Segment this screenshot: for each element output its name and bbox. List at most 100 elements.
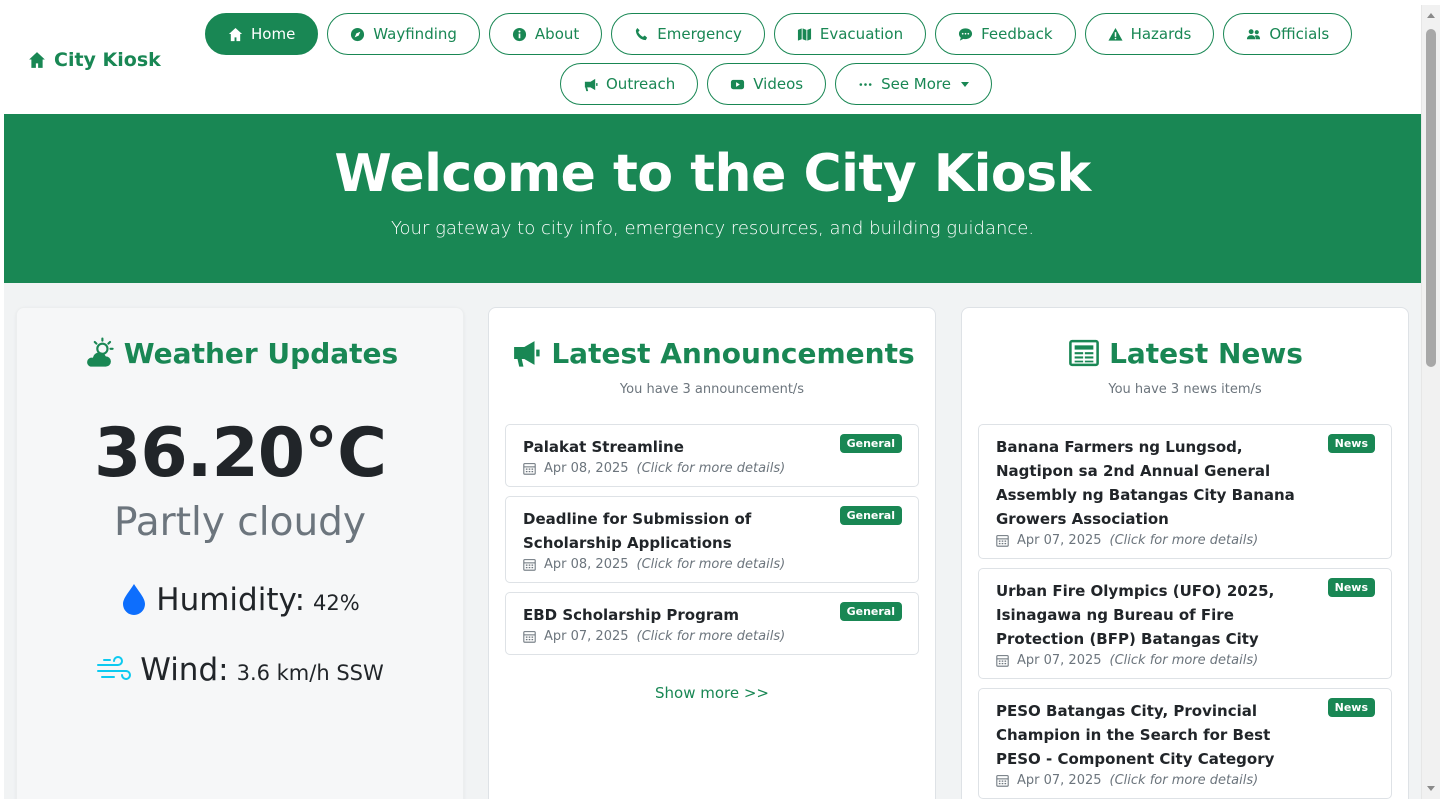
home-icon — [228, 27, 243, 41]
announcements-card: Latest Announcements You have 3 announce… — [488, 307, 936, 799]
wind-value: 3.6 km/h SSW — [236, 661, 384, 685]
nav-home-button[interactable]: Home — [205, 13, 319, 55]
nav-feedback-button[interactable]: Feedback — [935, 13, 1076, 55]
nav-evacuation-button[interactable]: Evacuation — [773, 13, 927, 55]
users-icon — [1247, 28, 1261, 39]
news-item[interactable]: Banana Farmers ng Lungsod, Nagtipon sa 2… — [978, 424, 1392, 559]
temperature-value: 36.20°C — [94, 414, 387, 493]
news-count: You have 3 news item/s — [1108, 382, 1262, 397]
newspaper-icon — [1069, 339, 1099, 367]
humidity-label: Humidity: — [156, 582, 306, 618]
news-date: Apr 07, 2025 — [1017, 653, 1102, 668]
calendar-icon — [523, 559, 536, 571]
megaphone-icon — [514, 341, 540, 367]
calendar-icon — [523, 463, 536, 475]
nav-hazards-button[interactable]: Hazards — [1084, 13, 1215, 55]
nav-wayfinding-button[interactable]: Wayfinding — [327, 13, 480, 55]
calendar-icon — [523, 631, 536, 643]
nav-officials-button[interactable]: Officials — [1223, 13, 1353, 55]
scroll-down-arrow-icon[interactable] — [1427, 786, 1435, 791]
calendar-icon — [996, 775, 1009, 787]
announcement-meta: Apr 07, 2025 (Click for more details) — [523, 629, 902, 644]
news-item[interactable]: PESO Batangas City, Provincial Champion … — [978, 688, 1392, 799]
nav-label: Evacuation — [819, 25, 904, 43]
nav-label: About — [534, 25, 580, 43]
news-title-text: Latest News — [1109, 336, 1303, 370]
caret-down-icon — [961, 81, 969, 87]
announcement-item[interactable]: Palakat Streamline General Apr 08, 2025 … — [505, 424, 919, 487]
cloud-sun-icon — [86, 337, 114, 367]
home-icon — [29, 52, 45, 68]
humidity-value: 42% — [313, 591, 360, 615]
nav-see-more-dropdown[interactable]: See More — [835, 63, 992, 105]
brand-name: City Kiosk — [54, 49, 161, 71]
details-hint: (Click for more details) — [636, 461, 786, 476]
news-headline: PESO Batangas City, Provincial Champion … — [996, 702, 1275, 768]
nav-row-secondary: Outreach Videos See More — [560, 63, 992, 105]
wind-label: Wind: — [140, 652, 229, 688]
weather-condition: Partly cloudy — [114, 500, 366, 545]
news-card: Latest News You have 3 news item/s Banan… — [961, 307, 1409, 799]
announcement-date: Apr 08, 2025 — [544, 461, 629, 476]
hero-title: Welcome to the City Kiosk — [334, 144, 1091, 204]
announcements-title: Latest Announcements — [489, 336, 935, 370]
video-icon — [731, 79, 745, 89]
calendar-icon — [996, 655, 1009, 667]
announcements-title-text: Latest Announcements — [551, 336, 915, 370]
news-date: Apr 07, 2025 — [1017, 533, 1102, 548]
details-hint: (Click for more details) — [1109, 533, 1259, 548]
info-icon — [512, 27, 526, 41]
news-meta: Apr 07, 2025 (Click for more details) — [996, 653, 1375, 668]
nav-label: Outreach — [606, 75, 676, 93]
navbar: City Kiosk Home Wayfinding About Emergen… — [4, 5, 1421, 114]
nav-label: Emergency — [657, 25, 742, 43]
announcements-count: You have 3 announcement/s — [619, 382, 805, 397]
scroll-up-arrow-icon[interactable] — [1427, 13, 1435, 18]
nav-row-primary: Home Wayfinding About Emergency Evacuati… — [205, 13, 1353, 55]
category-badge: General — [839, 434, 902, 453]
scrollbar-thumb[interactable] — [1426, 29, 1436, 367]
news-item[interactable]: Urban Fire Olympics (UFO) 2025, Isinagaw… — [978, 568, 1392, 679]
ellipsis-icon — [859, 82, 872, 86]
announcements-list: Palakat Streamline General Apr 08, 2025 … — [505, 424, 919, 664]
announcement-item[interactable]: Deadline for Submission of Scholarship A… — [505, 496, 919, 583]
nav-videos-button[interactable]: Videos — [707, 63, 827, 105]
nav-about-button[interactable]: About — [488, 13, 603, 55]
humidity-row: Humidity: 42% — [17, 582, 463, 618]
hero-subtitle: Your gateway to city info, emergency res… — [390, 218, 1035, 239]
news-headline: Urban Fire Olympics (UFO) 2025, Isinagaw… — [996, 582, 1275, 648]
announcement-date: Apr 07, 2025 — [544, 629, 629, 644]
comment-icon — [959, 27, 973, 41]
announcement-date: Apr 08, 2025 — [544, 557, 629, 572]
brand[interactable]: City Kiosk — [28, 47, 161, 73]
show-more-link[interactable]: Show more >> — [489, 684, 935, 702]
nav-label: Videos — [753, 75, 804, 93]
details-hint: (Click for more details) — [1109, 773, 1259, 788]
hero-banner: Welcome to the City Kiosk Your gateway t… — [4, 114, 1421, 283]
nav-label: Hazards — [1130, 25, 1192, 43]
nav-label: See More — [881, 75, 951, 93]
news-date: Apr 07, 2025 — [1017, 773, 1102, 788]
details-hint: (Click for more details) — [1109, 653, 1259, 668]
nav-outreach-button[interactable]: Outreach — [560, 63, 699, 105]
nav-label: Home — [251, 25, 296, 43]
news-title: Latest News — [962, 336, 1408, 370]
category-badge: General — [839, 506, 902, 525]
announcement-meta: Apr 08, 2025 (Click for more details) — [523, 557, 902, 572]
details-hint: (Click for more details) — [636, 629, 786, 644]
announcement-item[interactable]: EBD Scholarship Program General Apr 07, … — [505, 592, 919, 655]
details-hint: (Click for more details) — [636, 557, 786, 572]
nav-label: Officials — [1269, 25, 1330, 43]
nav-emergency-button[interactable]: Emergency — [611, 13, 765, 55]
news-badge: News — [1327, 434, 1375, 453]
news-headline: Banana Farmers ng Lungsod, Nagtipon sa 2… — [996, 438, 1295, 528]
warning-icon — [1108, 27, 1123, 41]
nav-label: Feedback — [981, 25, 1053, 43]
nav-label: Wayfinding — [373, 25, 457, 43]
kiosk-page: City Kiosk Home Wayfinding About Emergen… — [4, 5, 1421, 799]
news-meta: Apr 07, 2025 (Click for more details) — [996, 533, 1375, 548]
vertical-scrollbar[interactable] — [1421, 5, 1440, 799]
compass-icon — [351, 27, 365, 41]
news-badge: News — [1327, 578, 1375, 597]
water-drop-icon — [123, 584, 146, 615]
